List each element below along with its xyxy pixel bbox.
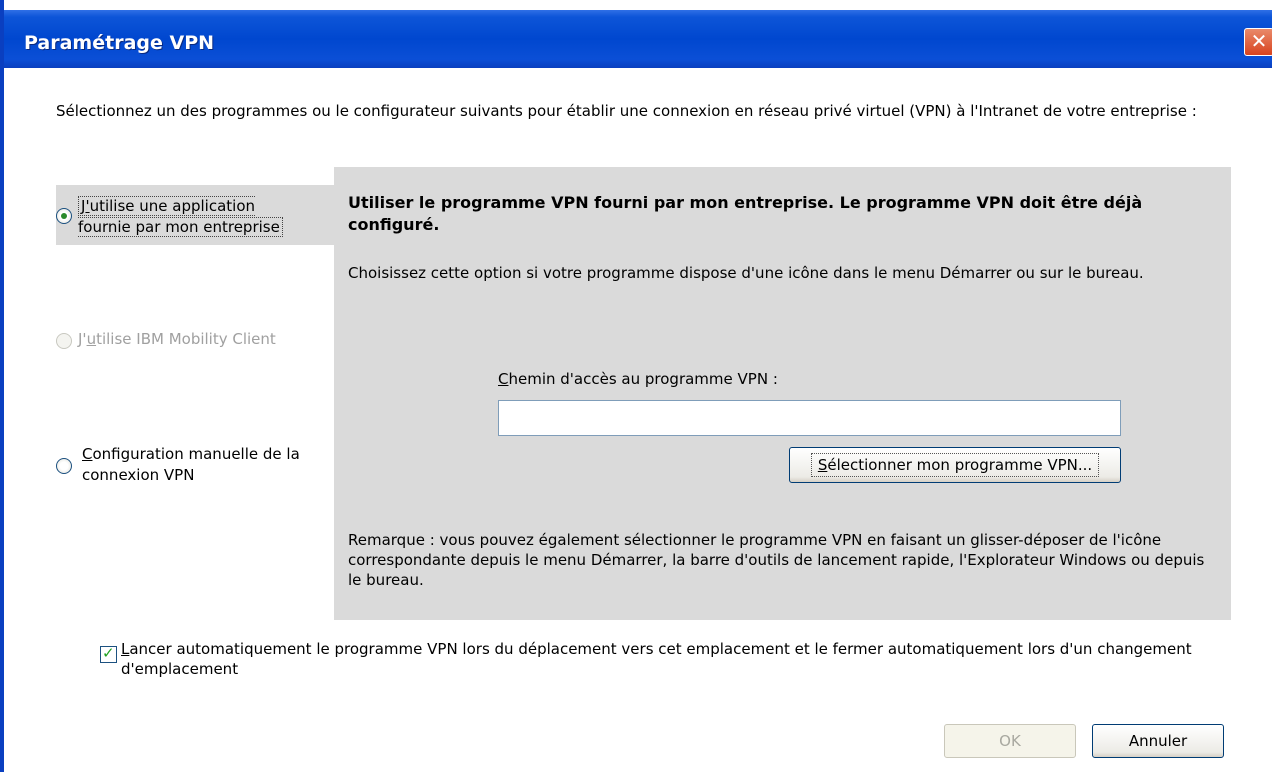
checkmark-icon: ✓ [102,644,115,662]
vpn-path-input[interactable] [498,400,1121,436]
intro-text: Sélectionnez un des programmes ou le con… [56,102,1197,120]
cancel-button[interactable]: Annuler [1092,724,1224,758]
radio-selected-dot [61,213,67,219]
radio-enterprise-app[interactable] [56,208,72,224]
remark-text: Remarque : vous pouvez également sélecti… [348,531,1205,589]
ok-button[interactable]: OK [944,724,1076,758]
radio-manual-config[interactable] [56,458,72,474]
option-manual-config-label[interactable]: Configuration manuelle de la connexion VP… [82,444,300,486]
vpn-settings-dialog: Paramétrage VPN ✕ Sélectionnez un des pr… [0,0,1272,772]
select-vpn-program-button[interactable]: Sélectionner mon programme VPN... [789,447,1121,483]
title-bar: Paramétrage VPN ✕ [4,10,1272,68]
auto-launch-checkbox[interactable]: ✓ [100,644,117,663]
focus-rect: Sélectionner mon programme VPN... [810,453,1100,477]
panel-description: Choisissez cette option si votre program… [348,264,1144,282]
window-title: Paramétrage VPN [24,32,215,54]
option-enterprise-app-label[interactable]: J'utilise une application fournie par mon… [78,196,283,238]
auto-launch-label[interactable]: Lancer automatiquement le programme VPN … [121,639,1231,679]
focus-rect: J'utilise une application fournie par mon… [78,196,283,237]
panel-heading: Utiliser le programme VPN fourni par mon… [348,193,1143,234]
close-icon[interactable]: ✕ [1244,28,1272,56]
option-ibm-mobility-label[interactable]: J'utilise IBM Mobility Client [78,330,276,348]
radio-ibm-mobility[interactable] [56,333,72,349]
vpn-path-label: Chemin d'accès au programme VPN : [498,370,778,388]
